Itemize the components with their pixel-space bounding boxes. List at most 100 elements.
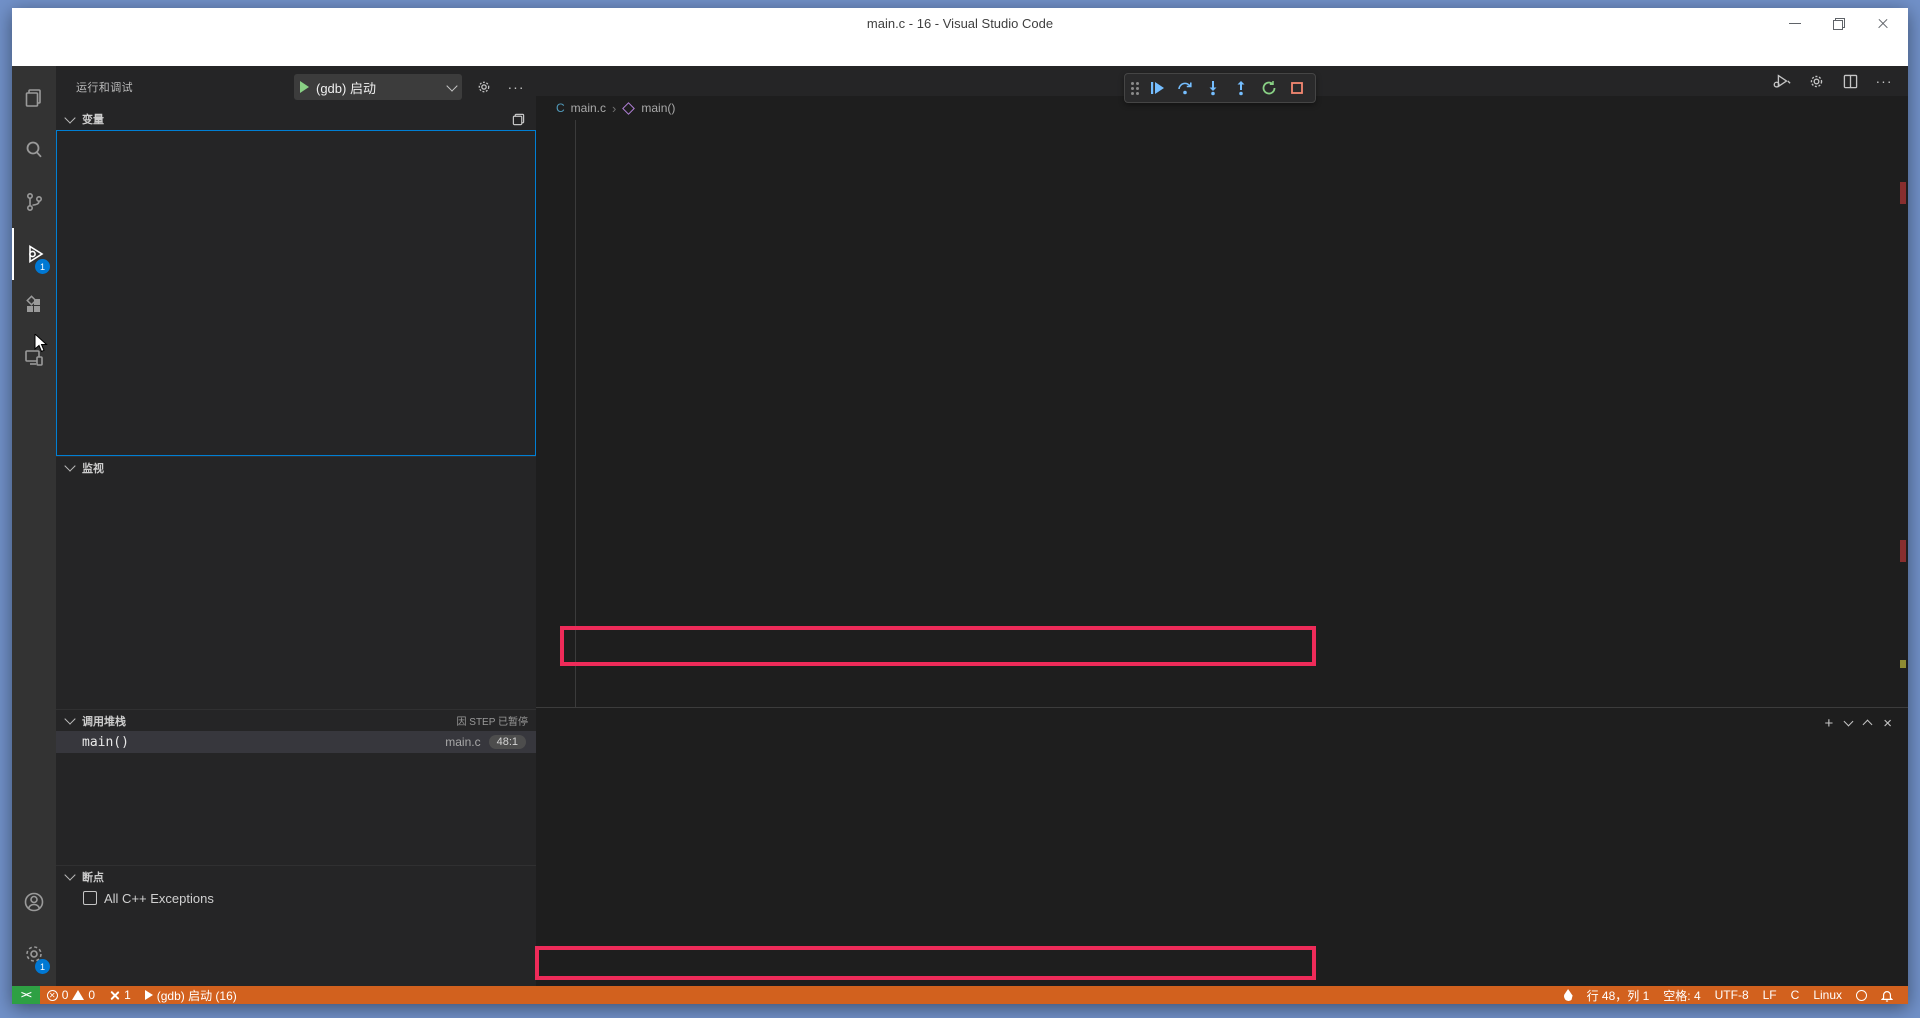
bell-icon bbox=[1881, 989, 1893, 1002]
search-icon bbox=[23, 139, 45, 161]
breadcrumb-file[interactable]: main.c bbox=[571, 101, 606, 115]
open-panel-icon[interactable] bbox=[508, 109, 528, 129]
callstack-section-header[interactable]: 调用堆栈 因 STEP 已暂停 bbox=[56, 709, 536, 731]
debug-session-label: (gdb) 启动 (16) bbox=[157, 987, 237, 1004]
sidebar-item-search[interactable] bbox=[12, 124, 56, 176]
encoding-label: UTF-8 bbox=[1715, 988, 1749, 1002]
os-status[interactable]: Linux bbox=[1806, 986, 1849, 1004]
breakpoints-section-header[interactable]: 断点 bbox=[56, 865, 536, 887]
flame-icon bbox=[1564, 989, 1573, 1001]
watch-section-header[interactable]: 监视 bbox=[56, 456, 536, 478]
stack-frame-location-badge: 48:1 bbox=[489, 735, 526, 749]
status-bar-right: 行 48，列 1 空格: 4 UTF-8 LF C Linux bbox=[1557, 986, 1908, 1004]
settings-badge: 1 bbox=[35, 959, 50, 974]
minimap[interactable] bbox=[1782, 128, 1844, 234]
remote-indicator[interactable]: >< bbox=[12, 986, 40, 1004]
more-actions-icon[interactable]: ··· bbox=[1874, 71, 1894, 91]
editor-actions: ··· bbox=[1772, 66, 1908, 96]
debug-toolbar bbox=[1124, 73, 1316, 103]
breadcrumb-symbol[interactable]: main() bbox=[641, 101, 675, 115]
exception-breakpoint-row[interactable]: All C++ Exceptions bbox=[56, 887, 536, 909]
stack-frame-file: main.c bbox=[445, 735, 480, 749]
step-out-icon[interactable] bbox=[1229, 76, 1253, 100]
split-editor-icon[interactable] bbox=[1840, 71, 1860, 91]
account-button[interactable] bbox=[12, 876, 56, 928]
sidebar-item-extensions[interactable] bbox=[12, 280, 56, 332]
menu-bar bbox=[12, 38, 1908, 66]
warning-count: 0 bbox=[88, 988, 95, 1002]
encoding-status[interactable]: UTF-8 bbox=[1708, 986, 1756, 1004]
language-mode-status[interactable]: C bbox=[1784, 986, 1807, 1004]
close-icon[interactable] bbox=[1876, 16, 1890, 30]
notifications-status[interactable] bbox=[1874, 986, 1900, 1004]
title-bar: main.c - 16 - Visual Studio Code bbox=[12, 8, 1908, 38]
files-icon bbox=[23, 87, 45, 109]
debug-session-status[interactable]: (gdb) 启动 (16) bbox=[138, 986, 244, 1004]
maximize-panel-icon[interactable] bbox=[1864, 718, 1871, 728]
toolbar-drag-handle[interactable] bbox=[1131, 82, 1139, 95]
run-or-debug-button[interactable] bbox=[1772, 71, 1792, 91]
remote-icon: >< bbox=[21, 990, 31, 1001]
terminal-output[interactable] bbox=[536, 738, 1712, 986]
breakpoints-title: 断点 bbox=[82, 869, 104, 885]
settings-button[interactable]: 1 bbox=[12, 928, 56, 980]
step-over-icon[interactable] bbox=[1173, 76, 1197, 100]
continue-icon[interactable] bbox=[1145, 76, 1169, 100]
tools-icon bbox=[109, 990, 120, 1001]
feedback-status[interactable] bbox=[1849, 986, 1874, 1004]
launch-config-dropdown[interactable]: (gdb) 启动 bbox=[294, 74, 462, 100]
minimize-icon[interactable] bbox=[1788, 16, 1802, 30]
window-controls bbox=[1788, 16, 1908, 30]
indent-guide bbox=[575, 120, 576, 707]
chevron-down-icon bbox=[64, 460, 75, 471]
editor-tab-bar: ··· bbox=[536, 66, 1908, 96]
exception-checkbox[interactable] bbox=[83, 891, 97, 905]
chevron-right-icon: › bbox=[612, 101, 616, 116]
chevron-down-icon bbox=[64, 713, 75, 724]
problems-status[interactable]: ✕ 0 0 bbox=[40, 986, 102, 1004]
sidebar-item-source-control[interactable] bbox=[12, 176, 56, 228]
symbol-method-icon bbox=[622, 102, 635, 115]
overview-ruler-mark bbox=[1900, 660, 1906, 668]
extensions-icon bbox=[23, 295, 45, 317]
feedback-icon bbox=[1856, 990, 1867, 1001]
source-control-icon bbox=[23, 191, 45, 213]
stop-icon[interactable] bbox=[1285, 76, 1309, 100]
gear-icon[interactable] bbox=[1806, 71, 1826, 91]
code-editor[interactable] bbox=[536, 120, 1908, 707]
sidebar-item-explorer[interactable] bbox=[12, 72, 56, 124]
editor-group: ··· bbox=[536, 66, 1908, 986]
account-icon bbox=[23, 891, 45, 913]
exception-label: All C++ Exceptions bbox=[104, 891, 214, 906]
workbench: 1 bbox=[12, 66, 1908, 986]
indentation-status[interactable]: 空格: 4 bbox=[1656, 986, 1707, 1004]
indent-label: 空格: 4 bbox=[1663, 987, 1700, 1004]
chevron-down-icon bbox=[64, 112, 75, 123]
debug-view-badge: 1 bbox=[35, 259, 50, 274]
flame-status[interactable] bbox=[1557, 986, 1580, 1004]
panel-actions: + × bbox=[1824, 715, 1908, 732]
variables-tree bbox=[56, 130, 536, 456]
more-actions-icon[interactable]: ··· bbox=[506, 77, 526, 97]
chevron-down-icon bbox=[64, 869, 75, 880]
variables-section-header[interactable]: 变量 bbox=[56, 108, 536, 130]
start-debug-icon[interactable] bbox=[300, 81, 309, 93]
os-label: Linux bbox=[1813, 988, 1842, 1002]
stack-frame-row[interactable]: main() main.c 48:1 bbox=[56, 731, 536, 753]
terminal-dropdown-icon[interactable] bbox=[1845, 718, 1852, 728]
new-terminal-icon[interactable]: + bbox=[1824, 715, 1833, 732]
close-panel-icon[interactable]: × bbox=[1883, 715, 1892, 732]
cursor-position-status[interactable]: 行 48，列 1 bbox=[1580, 986, 1657, 1004]
restore-icon[interactable] bbox=[1832, 16, 1846, 30]
restart-icon[interactable] bbox=[1257, 76, 1281, 100]
sidebar-item-remote-explorer[interactable] bbox=[12, 332, 56, 384]
step-into-icon[interactable] bbox=[1201, 76, 1225, 100]
watch-empty-area bbox=[56, 478, 536, 709]
c-file-icon: C bbox=[556, 101, 565, 115]
chevron-down-icon bbox=[446, 80, 457, 91]
tasks-status[interactable]: 1 bbox=[102, 986, 138, 1004]
debug-gear-icon[interactable] bbox=[474, 77, 494, 97]
eol-status[interactable]: LF bbox=[1756, 986, 1784, 1004]
activity-bar-bottom: 1 bbox=[12, 876, 56, 986]
sidebar-item-run-and-debug[interactable]: 1 bbox=[12, 228, 56, 280]
